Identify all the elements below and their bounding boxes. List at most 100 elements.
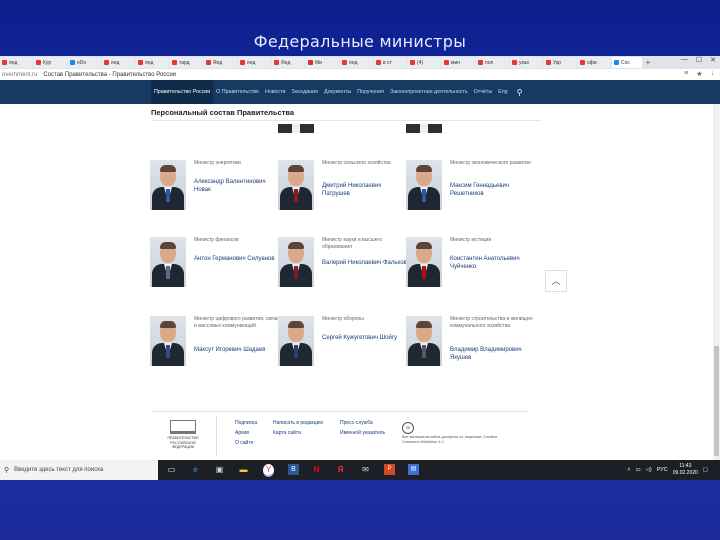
browser-tab[interactable]: мин: [442, 57, 475, 68]
minister-photo[interactable]: [278, 237, 314, 287]
nav-item[interactable]: О Правительстве: [213, 80, 262, 104]
task-view-icon[interactable]: ▭: [166, 464, 177, 475]
minister-card[interactable]: Министр экономического развития Максим Ге…: [406, 160, 536, 215]
volume-icon[interactable]: ◁): [646, 467, 652, 473]
mail-icon[interactable]: ✉: [360, 464, 371, 475]
footer-link[interactable]: Написать в редакцию: [273, 420, 323, 426]
site-navigation: Правительство России О Правительстве Новос…: [0, 80, 720, 104]
notifications-icon[interactable]: ▢: [703, 467, 708, 473]
browser-tab[interactable]: офи: [578, 57, 611, 68]
minister-name-link[interactable]: Александр Валентинович Новак: [194, 178, 280, 194]
minister-card[interactable]: Министр строительства и жилищно-коммунал…: [406, 316, 536, 371]
tab-label: Укр: [553, 59, 561, 66]
site-favicon-icon: [376, 60, 381, 65]
nav-item[interactable]: Отчёты: [471, 80, 496, 104]
browser-tab[interactable]: Укр: [544, 57, 577, 68]
bookmark-star-icon[interactable]: ★: [696, 70, 702, 78]
minister-name-link[interactable]: Антон Германович Силуанов: [194, 255, 280, 263]
taskbar-search-box[interactable]: ⚲ Введите здесь текст для поиска: [0, 460, 158, 480]
minister-photo[interactable]: [150, 316, 186, 366]
minister-photo[interactable]: [406, 316, 442, 366]
minister-photo[interactable]: [406, 237, 442, 287]
nav-item[interactable]: Законопроектная деятельность: [387, 80, 471, 104]
footer-link[interactable]: О сайте: [235, 440, 253, 446]
footer-link[interactable]: Именной указатель: [340, 430, 385, 436]
browser-tab[interactable]: (4): [408, 57, 441, 68]
browser-tab[interactable]: пол: [476, 57, 509, 68]
network-icon[interactable]: ▭: [635, 467, 640, 473]
government-logo[interactable]: ПРАВИТЕЛЬСТВО РОССИЙСКОЙ ФЕДЕРАЦИИ: [163, 420, 203, 450]
browser-tab[interactable]: янд: [340, 57, 373, 68]
browser-tab[interactable]: Ми: [306, 57, 339, 68]
browser-tab[interactable]: в ст: [374, 57, 407, 68]
browser-tab[interactable]: Янд: [272, 57, 305, 68]
minister-name-link[interactable]: Максут Игоревич Шадаев: [194, 346, 280, 354]
file-explorer-icon[interactable]: ▬: [238, 464, 249, 475]
site-favicon-icon: [342, 60, 347, 65]
nav-item[interactable]: Eng: [495, 80, 510, 104]
nav-item[interactable]: Документы: [321, 80, 354, 104]
minister-name-link[interactable]: Валерий Николаевич Фальков: [322, 259, 408, 267]
minister-photo[interactable]: [150, 160, 186, 210]
license-text: Все материалы сайта доступны по лицензии…: [402, 435, 498, 444]
netflix-icon[interactable]: N: [311, 464, 322, 475]
yandex-browser-icon[interactable]: Y: [263, 464, 274, 477]
edge-icon[interactable]: e: [190, 464, 201, 475]
browser-tab[interactable]: Кур: [34, 57, 67, 68]
search-icon[interactable]: ⚲: [517, 88, 523, 97]
address-url[interactable]: overnment.ru: [2, 72, 37, 78]
nav-item[interactable]: Новости: [262, 80, 289, 104]
download-icon[interactable]: ↓: [711, 70, 715, 78]
minister-photo[interactable]: [150, 237, 186, 287]
minister-name-link[interactable]: Дмитрий Николаевич Патрушев: [322, 182, 408, 198]
nav-item[interactable]: Заседания: [289, 80, 321, 104]
language-indicator[interactable]: РУС: [657, 467, 668, 473]
scrollbar-thumb[interactable]: [714, 346, 719, 456]
footer-link[interactable]: Архив: [235, 430, 249, 436]
scroll-to-top-button[interactable]: ︿: [545, 270, 567, 292]
app-icon[interactable]: ▤: [408, 464, 419, 475]
minister-card[interactable]: Министр юстиции Константин Анатольевич Чу…: [406, 237, 536, 292]
minister-card[interactable]: Министр цифрового развития, связи и масс…: [150, 316, 280, 371]
chevron-up-icon[interactable]: ˄: [627, 467, 630, 473]
minister-photo[interactable]: [278, 160, 314, 210]
nav-item[interactable]: Правительство России: [151, 80, 214, 104]
tab-active[interactable]: Сос: [612, 57, 642, 68]
close-icon[interactable]: ✕: [710, 56, 716, 64]
browser-tab[interactable]: янд: [102, 57, 135, 68]
footer-link[interactable]: Карта сайта: [273, 430, 301, 436]
minister-card[interactable]: Министр сельского хозяйства Дмитрий Никол…: [278, 160, 408, 215]
minister-name-link[interactable]: Максим Геннадьевич Решетников: [450, 182, 536, 198]
store-icon[interactable]: ▣: [214, 464, 225, 475]
minister-card[interactable]: Министр энергетики Александр Валентинович…: [150, 160, 280, 215]
minister-name-link[interactable]: Владимир Владимирович Якушев: [450, 346, 536, 362]
section-title: Персональный состав Правительства: [151, 108, 295, 117]
footer-link[interactable]: Подписка: [235, 420, 257, 426]
minister-name-link[interactable]: Сергей Кужугетович Шойгу: [322, 334, 408, 342]
powerpoint-icon[interactable]: P: [384, 464, 395, 475]
minister-card[interactable]: Министр науки и высшего образования Валер…: [278, 237, 408, 292]
browser-tab[interactable]: янд: [0, 57, 33, 68]
minister-photo[interactable]: [406, 160, 442, 210]
new-tab-button[interactable]: +: [643, 58, 653, 67]
maximize-icon[interactable]: ☐: [696, 56, 702, 64]
minimize-icon[interactable]: —: [681, 56, 688, 64]
menu-icon[interactable]: ≡: [684, 70, 688, 78]
scrollbar[interactable]: [713, 104, 720, 460]
browser-tab[interactable]: указ: [510, 57, 543, 68]
browser-tab[interactable]: тард: [170, 57, 203, 68]
browser-tab[interactable]: янд: [136, 57, 169, 68]
yandex-icon[interactable]: Я: [335, 464, 346, 475]
nav-item[interactable]: Поручения: [354, 80, 387, 104]
minister-card[interactable]: Министр финансов Антон Германович Силуано…: [150, 237, 280, 292]
creative-commons-icon: cc: [402, 422, 414, 434]
browser-tab[interactable]: Янд: [204, 57, 237, 68]
browser-tab[interactable]: eDo: [68, 57, 101, 68]
minister-name-link[interactable]: Константин Анатольевич Чуйченко: [450, 255, 536, 271]
app-b-icon[interactable]: B: [288, 464, 299, 475]
minister-card[interactable]: Министр обороны Сергей Кужугетович Шойгу: [278, 316, 408, 371]
minister-photo[interactable]: [278, 316, 314, 366]
browser-tab[interactable]: янд: [238, 57, 271, 68]
clock[interactable]: 11:43 09.02.2020: [673, 463, 698, 477]
footer-link[interactable]: Пресс-служба: [340, 420, 373, 426]
